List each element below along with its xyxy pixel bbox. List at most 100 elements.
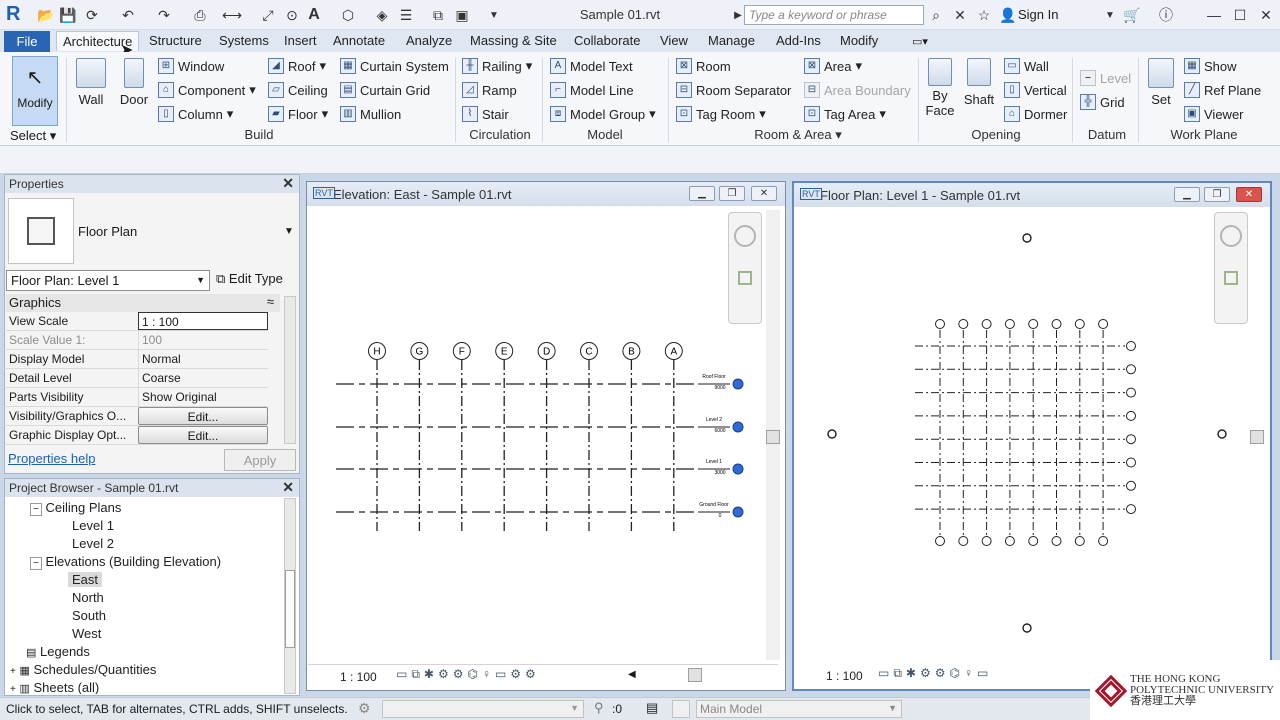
maximize-icon[interactable]: ☐ [1230, 5, 1250, 25]
switch-windows-icon[interactable]: ▣ [452, 5, 472, 25]
filter-icon[interactable]: ⚲ [594, 700, 604, 716]
modify-button[interactable]: ↖ Modify [12, 56, 58, 126]
app-menu-button[interactable]: R [6, 3, 28, 27]
viewer-button[interactable]: ▣ Viewer [1184, 104, 1244, 124]
vertical-opening-button[interactable]: ▯ Vertical [1004, 80, 1067, 100]
close-icon[interactable]: ✕ [1256, 5, 1276, 25]
dormer-button[interactable]: ⌂ Dormer [1004, 104, 1067, 124]
wall-opening-button[interactable]: ▭ Wall [1004, 56, 1049, 76]
area-button[interactable]: ⊠ Area ▾ [804, 56, 862, 76]
design-option-dropdown[interactable]: Main Model ▼ [696, 700, 902, 718]
prop-value[interactable]: Coarse [138, 369, 268, 387]
select-dropdown[interactable]: Select ▾ [10, 128, 56, 144]
tree-item-legends[interactable]: ▤ Legends [26, 644, 90, 659]
close-properties-icon[interactable]: ✕ [282, 175, 294, 192]
tree-item-ceiling-plans[interactable]: − Ceiling Plans [30, 500, 121, 516]
tree-item-south[interactable]: South [72, 608, 106, 623]
cart-icon[interactable]: 🛒 [1122, 5, 1142, 25]
properties-help-link[interactable]: Properties help [8, 451, 95, 466]
show-button[interactable]: ▦ Show [1184, 56, 1237, 76]
ramp-button[interactable]: ◿ Ramp [462, 80, 517, 100]
tab-massing-site[interactable]: Massing & Site [464, 31, 563, 51]
set-button[interactable]: Set [1144, 58, 1178, 107]
workset-dropdown[interactable]: ▼ [382, 700, 584, 718]
visibility-edit-button[interactable]: Edit... [138, 407, 268, 425]
close-view-icon[interactable]: ✕ [751, 186, 777, 201]
shaft-button[interactable]: Shaft [962, 58, 996, 107]
close-view-icon[interactable]: ✕ [1236, 187, 1262, 202]
graphics-section-header[interactable]: Graphics ≈ [6, 294, 280, 312]
prop-value[interactable]: Normal [138, 350, 268, 368]
apply-button[interactable]: Apply [224, 449, 296, 471]
tab-add-ins[interactable]: Add-Ins [770, 31, 827, 51]
minimize-view-icon[interactable]: ▁ [689, 186, 715, 201]
print-icon[interactable]: ⎙ [190, 5, 210, 25]
model-group-button[interactable]: ⧈ Model Group ▾ [550, 104, 656, 124]
mullion-button[interactable]: ▥ Mullion [340, 104, 401, 124]
3d-view-icon[interactable]: ⬡ [338, 5, 358, 25]
curtain-system-button[interactable]: ▦ Curtain System [340, 56, 449, 76]
view-scale-input[interactable]: 1 : 100 [138, 312, 268, 330]
type-selector-dropdown-icon[interactable]: ▼ [284, 226, 294, 237]
stair-button[interactable]: ⌇ Stair [462, 104, 509, 124]
aligned-dimension-icon[interactable]: ⤢ [258, 5, 278, 25]
room-area-group-label[interactable]: Room & Area ▾ [748, 127, 848, 143]
tab-modify[interactable]: Modify [834, 31, 884, 51]
ref-plane-button[interactable]: ╱ Ref Plane [1184, 80, 1261, 100]
worksets-icon[interactable]: ⚙ [358, 700, 371, 717]
window-button[interactable]: ⊞ Window [158, 56, 224, 76]
elevation-hscroll-thumb[interactable] [688, 668, 702, 682]
help-icon[interactable]: ⓘ [1156, 5, 1176, 25]
component-button[interactable]: ⌂ Component ▾ [158, 80, 256, 100]
tab-insert[interactable]: Insert [278, 31, 323, 51]
tree-item-ceiling-level-1[interactable]: Level 1 [72, 518, 114, 533]
grid-button[interactable]: ╬ Grid [1080, 92, 1125, 112]
model-line-button[interactable]: ⌐ Model Line [550, 80, 634, 100]
tree-item-east[interactable]: East [68, 572, 103, 587]
tag-area-button[interactable]: ⊡ Tag Area ▾ [804, 104, 886, 124]
minimize-icon[interactable]: — [1204, 5, 1224, 25]
sign-in-link[interactable]: Sign In [1018, 7, 1058, 22]
search-input[interactable]: Type a keyword or phrase [744, 5, 924, 25]
measure-icon[interactable]: ⟷ [222, 5, 242, 25]
wall-button[interactable]: Wall [74, 58, 108, 107]
railing-button[interactable]: ╫ Railing ▾ [462, 56, 532, 76]
ribbon-minimize-icon[interactable]: ▭▾ [912, 35, 928, 48]
view-controls-icons[interactable]: ▭⧉✱⚙⚙⌬♀▭ [878, 666, 992, 681]
model-text-button[interactable]: A Model Text [550, 56, 633, 76]
close-browser-icon[interactable]: ✕ [282, 479, 294, 496]
tree-item-west[interactable]: West [72, 626, 101, 641]
view-controls-icons[interactable]: ▭⧉✱⚙⚙⌬♀▭⚙⚙ [396, 667, 540, 682]
tree-item-ceiling-level-2[interactable]: Level 2 [72, 536, 114, 551]
open-icon[interactable]: 📂 [36, 5, 56, 25]
tab-view[interactable]: View [654, 31, 694, 51]
tab-manage[interactable]: Manage [702, 31, 761, 51]
user-icon[interactable]: 👤 [998, 5, 1018, 25]
undo-icon[interactable]: ↶ [118, 5, 138, 25]
level-button[interactable]: ⎯ Level [1080, 68, 1131, 88]
graphic-display-edit-button[interactable]: Edit... [138, 426, 268, 444]
sync-icon[interactable]: ⟳ [82, 5, 102, 25]
tab-annotate[interactable]: Annotate [327, 31, 391, 51]
elevation-vscroll-thumb[interactable] [766, 430, 780, 444]
minimize-view-icon[interactable]: ▁ [1174, 187, 1200, 202]
redo-icon[interactable]: ↷ [154, 5, 174, 25]
ceiling-button[interactable]: ▱ Ceiling [268, 80, 328, 100]
binoculars-icon[interactable]: ⌕ [926, 5, 946, 25]
editable-only-icon[interactable]: ▤ [646, 700, 658, 716]
tree-item-north[interactable]: North [72, 590, 104, 605]
tree-item-elevations[interactable]: − Elevations (Building Elevation) [30, 554, 221, 570]
restore-view-icon[interactable]: ❐ [719, 186, 745, 201]
tag-room-button[interactable]: ⊡ Tag Room ▾ [676, 104, 766, 124]
tree-item-sheets[interactable]: + ▥ Sheets (all) [10, 680, 99, 694]
subscription-icon[interactable]: ✕ [950, 5, 970, 25]
tab-file[interactable]: File [4, 31, 50, 52]
section-icon[interactable]: ◈ [372, 5, 392, 25]
tree-item-schedules[interactable]: + ▦ Schedules/Quantities [10, 662, 156, 677]
design-options-icon[interactable] [672, 700, 690, 718]
thin-lines-icon[interactable]: ☰ [396, 5, 416, 25]
view-scale-label[interactable]: 1 : 100 [826, 669, 863, 683]
instance-selector[interactable]: Floor Plan: Level 1 ▼ [6, 270, 210, 291]
floor-button[interactable]: ▰ Floor ▾ [268, 104, 328, 124]
tab-collaborate[interactable]: Collaborate [568, 31, 647, 51]
